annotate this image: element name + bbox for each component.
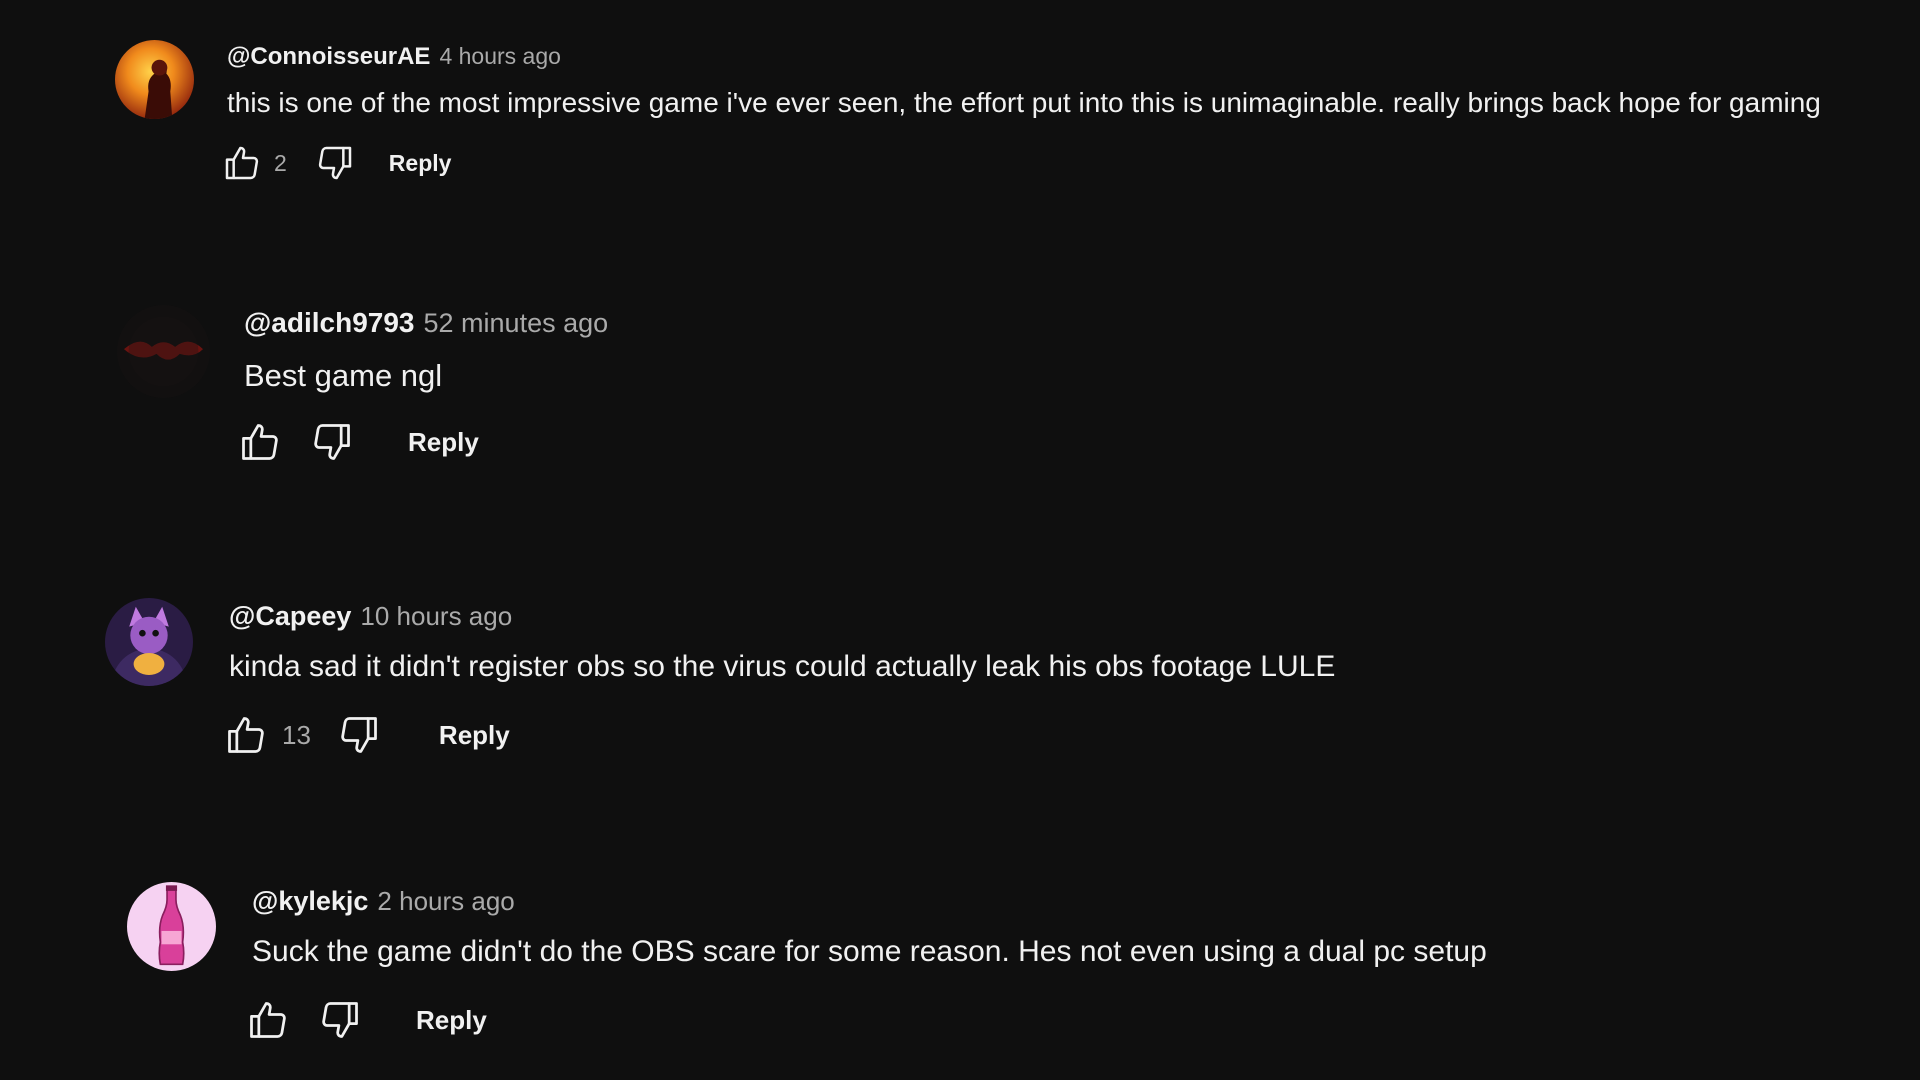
comment-timestamp[interactable]: 52 minutes ago <box>424 308 609 339</box>
avatar[interactable] <box>127 882 216 971</box>
reply-button[interactable]: Reply <box>408 427 479 458</box>
like-button[interactable] <box>224 713 268 757</box>
thumbs-down-icon <box>322 1002 358 1038</box>
comment-text: this is one of the most impressive game … <box>227 87 1821 118</box>
avatar[interactable] <box>117 305 210 398</box>
comment-timestamp[interactable]: 4 hours ago <box>439 43 560 70</box>
thumbs-up-icon <box>242 424 278 460</box>
reply-button[interactable]: Reply <box>439 720 510 751</box>
comment-actions: Reply <box>246 998 487 1042</box>
reply-button[interactable]: Reply <box>416 1005 487 1036</box>
thumbs-down-icon <box>314 424 350 460</box>
author-name[interactable]: @ConnoisseurAE <box>227 43 430 71</box>
dislike-button[interactable] <box>310 420 354 464</box>
thumbs-up-icon <box>250 1002 286 1038</box>
dislike-button[interactable] <box>318 998 362 1042</box>
thumbs-up-icon <box>228 717 264 753</box>
comment-text: kinda sad it didn't register obs so the … <box>229 650 1336 683</box>
like-count: 2 <box>274 149 287 176</box>
thumbs-up-icon <box>225 146 259 180</box>
comment-actions: Reply <box>238 420 479 464</box>
avatar[interactable] <box>105 598 193 686</box>
like-button[interactable] <box>246 998 290 1042</box>
comment-timestamp[interactable]: 2 hours ago <box>377 886 514 917</box>
author-name[interactable]: @adilch9793 <box>244 307 415 339</box>
comment-text: Suck the game didn't do the OBS scare fo… <box>252 935 1487 968</box>
fiery-figure-avatar <box>115 40 194 119</box>
thumbs-down-icon <box>341 717 377 753</box>
soda-bottle-avatar <box>127 882 216 971</box>
comment-actions: 2 Reply <box>222 143 451 183</box>
like-count: 13 <box>282 719 311 750</box>
avatar[interactable] <box>115 40 194 119</box>
comment-timestamp[interactable]: 10 hours ago <box>360 601 512 632</box>
author-name[interactable]: @Capeey <box>229 601 351 632</box>
like-button[interactable] <box>222 143 262 183</box>
reply-button[interactable]: Reply <box>389 150 452 177</box>
dislike-button[interactable] <box>315 143 355 183</box>
thumbs-down-icon <box>318 146 352 180</box>
cartoon-cat-avatar <box>105 598 193 686</box>
like-button[interactable] <box>238 420 282 464</box>
dark-red-avatar <box>117 305 210 398</box>
dislike-button[interactable] <box>337 713 381 757</box>
comment-actions: 13 Reply <box>224 713 510 757</box>
author-name[interactable]: @kylekjc <box>252 886 368 917</box>
comment-text: Best game ngl <box>244 358 443 393</box>
